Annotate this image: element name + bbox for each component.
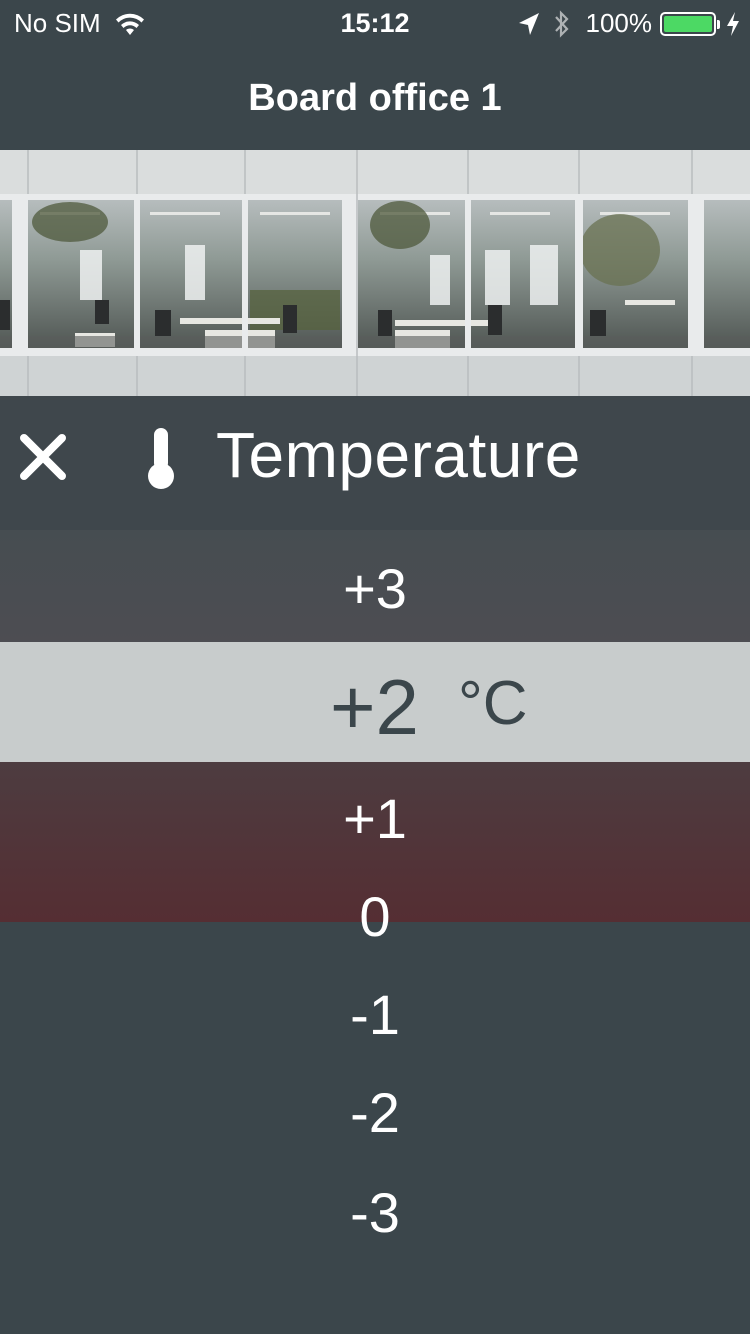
picker-option[interactable]: -2 (0, 1080, 750, 1145)
battery-percent: 100% (585, 8, 653, 38)
battery-icon (660, 11, 720, 36)
bluetooth-icon (554, 9, 569, 38)
office-facade-image (0, 150, 750, 396)
panel-title: Temperature (216, 419, 581, 491)
temperature-header: Temperature (0, 396, 750, 530)
temperature-unit: °C (458, 669, 528, 738)
picker-option[interactable]: +1 (0, 786, 750, 851)
page-title: Board office 1 (248, 76, 502, 119)
picker-option[interactable]: 0 (0, 884, 750, 949)
thermometer-icon (148, 428, 174, 489)
close-icon[interactable] (18, 432, 68, 482)
location-arrow-icon (518, 12, 539, 35)
charging-bolt-icon (727, 11, 739, 36)
picker-selected-value[interactable]: +2 (330, 662, 419, 753)
room-photo (0, 150, 750, 396)
status-bar: No SIM 15:12 100% (0, 0, 750, 48)
navigation-bar: Board office 1 (0, 48, 750, 150)
picker-option[interactable]: -1 (0, 982, 750, 1047)
picker-option[interactable]: -3 (0, 1180, 750, 1245)
picker-option[interactable]: +3 (0, 556, 750, 621)
